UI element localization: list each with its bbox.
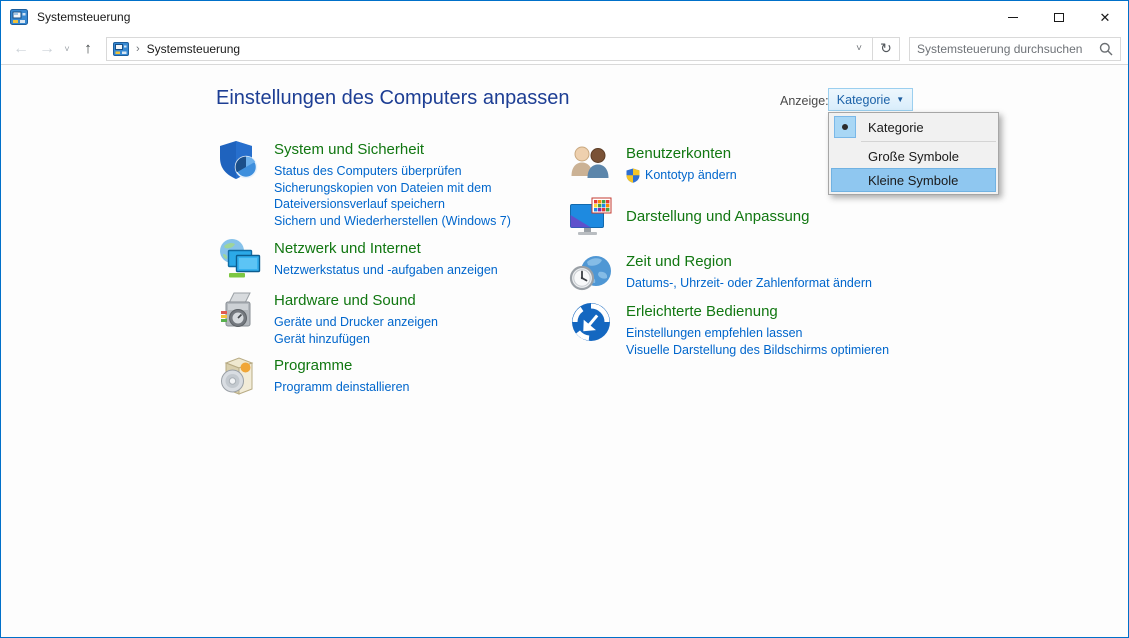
category-link[interactable]: Gerät hinzufügen (274, 331, 438, 348)
menu-item-label: Große Symbole (868, 149, 959, 164)
back-icon[interactable]: ← (8, 41, 34, 57)
ease-of-access-icon[interactable] (569, 300, 613, 344)
forward-icon[interactable]: → (34, 41, 60, 57)
menu-item-grosse-symbole[interactable]: Große Symbole (831, 144, 996, 168)
category-benutzerkonten: Benutzerkonten Kontotyp ändern (569, 142, 737, 186)
close-button[interactable]: ✕ (1082, 1, 1128, 33)
view-by-dropdown[interactable]: Kategorie ▼ (828, 88, 913, 111)
window-controls: ✕ (990, 1, 1128, 33)
category-darstellung-und-anpassung: Darstellung und Anpassung (569, 195, 809, 239)
breadcrumb-chevron-icon[interactable]: › (136, 43, 140, 55)
network-icon[interactable] (217, 237, 261, 281)
category-link[interactable]: Einstellungen empfehlen lassen (626, 325, 889, 342)
dropdown-arrow-icon: ▼ (896, 95, 904, 104)
view-by-menu: Kategorie Große Symbole Kleine Symbole (828, 112, 999, 195)
selected-marker-background (834, 116, 856, 138)
category-link[interactable]: Geräte und Drucker anzeigen (274, 314, 438, 331)
menu-item-gutter (831, 168, 859, 192)
minimize-button[interactable] (990, 1, 1036, 33)
category-link[interactable]: Programm deinstallieren (274, 379, 409, 396)
maximize-button[interactable] (1036, 1, 1082, 33)
navigation-bar: ← → ˅ ↑ › Systemsteuerung ˅ ↻ (1, 33, 1128, 65)
category-title[interactable]: Programme (274, 356, 409, 376)
category-title[interactable]: System und Sicherheit (274, 140, 514, 160)
category-link[interactable]: Sichern und Wiederherstellen (Windows 7) (274, 213, 514, 230)
category-title[interactable]: Darstellung und Anpassung (626, 207, 809, 227)
control-panel-breadcrumb-icon[interactable] (113, 42, 129, 56)
category-title[interactable]: Hardware und Sound (274, 291, 438, 311)
category-link[interactable]: Visuelle Darstellung des Bildschirms opt… (626, 342, 889, 359)
address-bar[interactable]: › Systemsteuerung ˅ (106, 37, 873, 61)
refresh-icon[interactable]: ↻ (873, 37, 900, 61)
category-system-und-sicherheit: System und Sicherheit Status des Compute… (217, 138, 514, 229)
search-box[interactable] (909, 37, 1121, 61)
monitor-palette-icon[interactable] (569, 195, 613, 239)
category-link[interactable]: Kontotyp ändern (645, 167, 737, 184)
menu-item-kleine-symbole[interactable]: Kleine Symbole (831, 168, 996, 192)
search-input[interactable] (917, 42, 1099, 56)
category-link[interactable]: Netzwerkstatus und -aufgaben anzeigen (274, 262, 498, 279)
up-icon[interactable]: ↑ (74, 40, 102, 57)
category-title[interactable]: Benutzerkonten (626, 144, 737, 164)
menu-separator (861, 141, 996, 142)
users-icon[interactable] (569, 142, 613, 186)
close-icon: ✕ (1100, 11, 1111, 24)
view-by-value: Kategorie (837, 93, 891, 107)
menu-item-label: Kleine Symbole (868, 173, 958, 188)
radio-bullet-icon (842, 124, 848, 130)
titlebar: Systemsteuerung ✕ (1, 1, 1128, 33)
menu-item-gutter (831, 144, 859, 168)
category-netzwerk-und-internet: Netzwerk und Internet Netzwerkstatus und… (217, 237, 498, 281)
recent-pages-chevron-icon[interactable]: ˅ (60, 44, 74, 54)
breadcrumb[interactable]: Systemsteuerung (147, 42, 240, 56)
category-programme: Programme Programm deinstallieren (217, 354, 409, 398)
clock-globe-icon[interactable] (569, 250, 613, 294)
category-link[interactable]: Sicherungskopien von Dateien mit dem Dat… (274, 180, 514, 213)
category-link[interactable]: Datums-, Uhrzeit- oder Zahlenformat ände… (626, 275, 872, 292)
printer-icon[interactable] (217, 289, 261, 333)
control-panel-window: Systemsteuerung ✕ ← → ˅ ↑ › Systemsteuer (0, 0, 1129, 638)
uac-shield-icon (626, 168, 640, 183)
control-panel-app-icon (10, 9, 28, 25)
menu-item-gutter (831, 115, 859, 139)
menu-item-label: Kategorie (868, 120, 924, 135)
search-icon[interactable] (1099, 42, 1113, 56)
category-title[interactable]: Netzwerk und Internet (274, 239, 498, 259)
category-title[interactable]: Zeit und Region (626, 252, 872, 272)
category-erleichterte-bedienung: Erleichterte Bedienung Einstellungen emp… (569, 300, 889, 358)
minimize-icon (1008, 17, 1018, 18)
address-dropdown-chevron-icon[interactable]: ˅ (852, 43, 866, 54)
menu-item-kategorie[interactable]: Kategorie (831, 115, 996, 139)
software-box-icon[interactable] (217, 354, 261, 398)
category-link[interactable]: Status des Computers überprüfen (274, 163, 514, 180)
shield-icon[interactable] (217, 138, 261, 182)
page-title: Einstellungen des Computers anpassen (216, 87, 570, 110)
category-hardware-und-sound: Hardware und Sound Geräte und Drucker an… (217, 289, 438, 347)
view-by-label: Anzeige: (780, 94, 829, 108)
window-title: Systemsteuerung (37, 10, 130, 24)
maximize-icon (1054, 13, 1064, 22)
category-zeit-und-region: Zeit und Region Datums-, Uhrzeit- oder Z… (569, 250, 872, 294)
category-title[interactable]: Erleichterte Bedienung (626, 302, 889, 322)
